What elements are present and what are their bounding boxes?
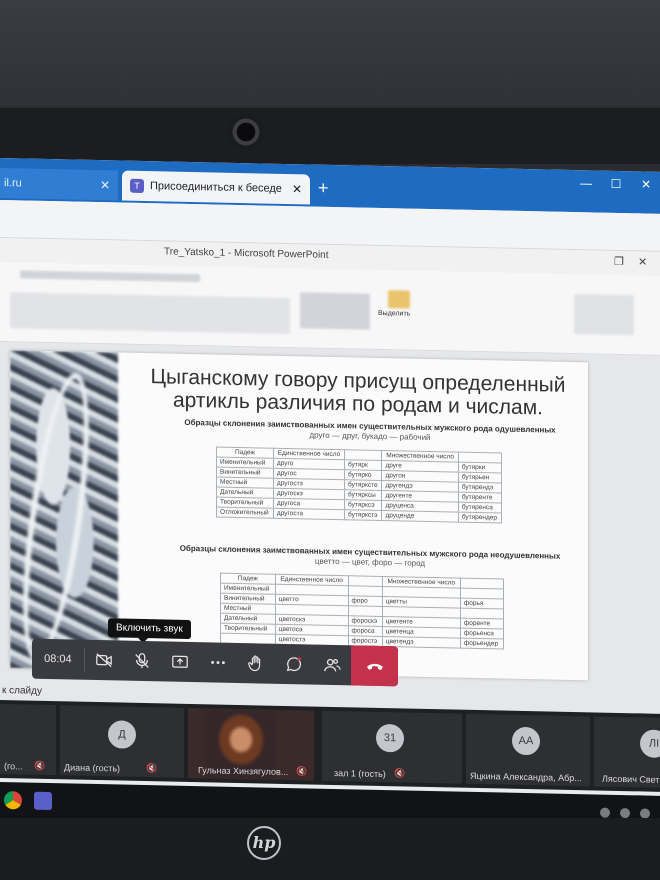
slide-heading: Цыганскому говору присущ определенный ар…: [150, 365, 566, 420]
avatar: Д: [108, 720, 136, 749]
participant-name: зал 1 (гость): [334, 767, 386, 780]
share-screen-button[interactable]: [161, 641, 199, 682]
table1-caption: Образцы склонения заимствованных имен су…: [160, 417, 580, 446]
photo-frame: il.ru ✕ T Присоединиться к беседе ✕ + — …: [0, 0, 660, 880]
background-wall: [0, 0, 660, 110]
share-screen-icon: [172, 655, 188, 668]
close-icon[interactable]: ✕: [638, 255, 647, 268]
raise-hand-button[interactable]: [237, 643, 275, 684]
table-cell: форо: [348, 595, 383, 607]
participant-gallery: (го... 🔇 Д Диана (гость) 🔇 Гульназ Хинзя…: [0, 700, 660, 792]
declension-table-animate: Падеж Единственное число Множественное чис…: [216, 447, 502, 524]
participant-name: Яцкина Александра, Абр...: [470, 770, 582, 784]
teams-icon[interactable]: [34, 791, 52, 811]
ribbon-group[interactable]: [574, 294, 634, 336]
table-cell: фороса: [348, 625, 383, 637]
table-cell: бутяркстэ: [344, 509, 382, 521]
table-cell: Отложительный: [216, 507, 274, 519]
chat-icon: [286, 657, 302, 672]
mic-off-icon: [135, 653, 149, 669]
participant-tile[interactable]: АА Яцкина Александра, Абр...: [466, 713, 590, 787]
hang-up-button[interactable]: [351, 645, 398, 687]
laptop-bottom-bezel: [0, 818, 660, 880]
table2-caption: Образцы склонения заимствованных имен су…: [160, 543, 580, 572]
raise-hand-icon: [248, 655, 261, 672]
tray-icon[interactable]: [620, 807, 630, 819]
mic-off-icon: 🔇: [34, 760, 46, 771]
slide-nav-label: к слайду: [2, 685, 42, 697]
teams-icon: T: [130, 178, 144, 194]
camera-off-icon: [95, 653, 112, 668]
new-tab-button[interactable]: +: [318, 178, 329, 199]
select-icon[interactable]: [388, 290, 410, 309]
ribbon-label[interactable]: Выделить: [378, 310, 410, 318]
ribbon: [0, 262, 660, 356]
maximize-icon[interactable]: ☐: [610, 177, 622, 191]
chrome-icon[interactable]: [4, 791, 22, 810]
slide: Цыганскому говору присущ определенный ар…: [10, 350, 588, 681]
participant-tile[interactable]: 31 зал 1 (гость) 🔇: [322, 710, 462, 784]
declension-table-inanimate: Падеж Единственное число Множественное чис…: [220, 573, 504, 650]
mic-off-icon: 🔇: [394, 768, 406, 779]
window-controls: — ☐ ✕: [580, 176, 652, 192]
laptop-screen: il.ru ✕ T Присоединиться к беседе ✕ + — …: [0, 158, 660, 840]
close-icon[interactable]: ✕: [100, 178, 110, 192]
call-control-bar: 08:04: [32, 638, 398, 687]
call-timer: 08:04: [32, 646, 85, 672]
table-header-cell: [348, 575, 383, 587]
caption-normal: друго — друг, букадо — рабочий: [309, 430, 431, 443]
table-cell: [348, 605, 383, 617]
table-cell: друценде: [381, 510, 459, 523]
tray-icon[interactable]: [600, 807, 610, 818]
minimize-icon[interactable]: —: [580, 176, 592, 190]
mic-off-icon: 🔇: [296, 766, 308, 777]
tooltip: Включить звук: [108, 618, 191, 639]
participant-tile[interactable]: ЛІ Лясович Свет: [594, 716, 660, 788]
participant-name: (го...: [4, 761, 23, 772]
table-cell: фороскэ: [348, 615, 383, 627]
webcam-icon: [228, 114, 264, 150]
avatar: ЛІ: [640, 729, 660, 758]
slide-image: [10, 350, 118, 671]
more-options-button[interactable]: [199, 642, 237, 683]
table-cell: бутярендер: [458, 512, 502, 524]
participant-tile-video[interactable]: Гульназ Хинзягулов... 🔇: [188, 707, 314, 781]
laptop-top-bezel: [0, 106, 660, 164]
avatar: АА: [512, 726, 540, 756]
camera-off-button[interactable]: [85, 640, 123, 681]
chat-button[interactable]: [275, 644, 313, 685]
table-cell: другоста: [273, 508, 345, 520]
close-icon[interactable]: ✕: [292, 182, 302, 196]
tab-active[interactable]: T Присоединиться к беседе ✕: [122, 170, 310, 205]
avatar: 31: [376, 723, 404, 753]
tab-label: il.ru: [4, 177, 22, 190]
hp-logo: hp: [247, 826, 281, 860]
table-cell: форьендер: [460, 638, 504, 650]
restore-icon[interactable]: ❐: [614, 255, 624, 268]
participants-icon: [324, 658, 341, 672]
participant-name: Лясович Свет: [602, 773, 660, 785]
participant-tile[interactable]: Д Диана (гость) 🔇: [60, 705, 184, 778]
ribbon-group[interactable]: [300, 292, 370, 330]
window-title: Tre_Yatsko_1 - Microsoft PowerPoint: [164, 246, 329, 261]
participant-name: Диана (гость): [64, 762, 120, 774]
tab-label: Присоединиться к беседе: [150, 180, 282, 195]
caption-normal: цветто — цвет, форо — город: [314, 556, 426, 568]
close-window-icon[interactable]: ✕: [640, 177, 652, 191]
tab-inactive[interactable]: il.ru ✕: [0, 168, 118, 201]
hang-up-icon: [366, 663, 383, 670]
mic-off-icon: 🔇: [146, 763, 158, 774]
participant-name: Гульназ Хинзягулов...: [198, 765, 289, 778]
ribbon-group[interactable]: [10, 292, 290, 335]
ribbon-tabs[interactable]: [20, 270, 200, 283]
more-icon: [211, 661, 225, 665]
mic-off-button[interactable]: [123, 641, 161, 682]
table-cell: [348, 585, 383, 597]
participants-button[interactable]: [313, 645, 351, 686]
participant-tile[interactable]: (го... 🔇: [0, 704, 56, 776]
